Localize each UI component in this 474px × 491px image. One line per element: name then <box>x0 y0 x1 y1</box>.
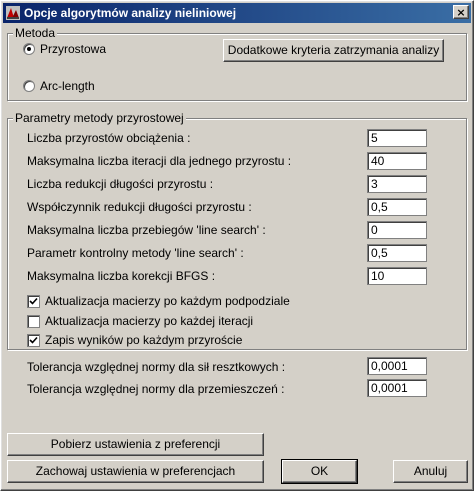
ok-button[interactable]: OK <box>281 459 358 484</box>
criteria-button-label: Dodatkowe kryteria zatrzymania analizy <box>227 43 440 57</box>
checkbox-update-iteration-label[interactable]: Aktualizacja macierzy po każdej iteracji <box>45 314 253 328</box>
param-label-reduction-factor: Współczynnik redukcji długości przyrostu… <box>27 200 252 214</box>
window-title: Opcje algorytmów analizy nieliniowej <box>24 6 237 20</box>
param-label-max-iterations: Maksymalna liczba iteracji dla jednego p… <box>27 154 292 168</box>
load-preferences-button[interactable]: Pobierz ustawienia z preferencji <box>7 433 264 456</box>
radio-arc-length[interactable] <box>23 80 35 92</box>
load-preferences-label: Pobierz ustawienia z preferencji <box>50 437 221 451</box>
criteria-button[interactable]: Dodatkowe kryteria zatrzymania analizy <box>223 39 444 62</box>
close-button[interactable]: × <box>453 5 469 19</box>
close-icon: × <box>456 6 466 19</box>
checkbox-update-subdivision[interactable] <box>27 295 40 308</box>
line-search-param-input[interactable]: 0,5 <box>367 244 427 262</box>
reduction-factor-input[interactable]: 0,5 <box>367 198 427 216</box>
param-label-line-search-runs: Maksymalna liczba przebiegów 'line searc… <box>27 223 266 237</box>
load-increments-input[interactable]: 5 <box>367 129 427 147</box>
app-icon <box>6 6 20 20</box>
dialog-window: Opcje algorytmów analizy nieliniowej × M… <box>0 0 474 491</box>
param-label-reductions: Liczba redukcji długości przyrostu : <box>27 177 214 191</box>
tolerance-displacement-label: Tolerancja względnej normy dla przemiesz… <box>27 382 285 396</box>
line-search-runs-input[interactable]: 0 <box>367 221 427 239</box>
checkbox-update-iteration[interactable] <box>27 315 40 328</box>
param-label-line-search-param: Parametr kontrolny metody 'line search' … <box>27 246 244 260</box>
tolerance-displacement-input[interactable]: 0,0001 <box>367 379 427 397</box>
cancel-button[interactable]: Anuluj <box>393 460 468 483</box>
tolerance-residual-input[interactable]: 0,0001 <box>367 357 427 375</box>
checkmark-icon <box>29 297 38 305</box>
ok-label: OK <box>310 464 329 478</box>
tolerance-residual-label: Tolerancja względnej normy dla sił reszt… <box>27 360 286 374</box>
max-iterations-input[interactable]: 40 <box>367 152 427 170</box>
radio-przyrostowa-label[interactable]: Przyrostowa <box>40 42 106 56</box>
bfgs-input[interactable]: 10 <box>367 267 427 285</box>
title-bar[interactable]: Opcje algorytmów analizy nieliniowej × <box>3 3 471 23</box>
reductions-input[interactable]: 3 <box>367 175 427 193</box>
metoda-legend: Metoda <box>13 26 58 40</box>
checkbox-save-results-label[interactable]: Zapis wyników po każdym przyroście <box>45 333 242 347</box>
save-preferences-label: Zachowaj ustawienia w preferencjach <box>35 464 236 478</box>
params-legend: Parametry metody przyrostowej <box>13 111 186 125</box>
checkmark-icon <box>29 336 38 344</box>
checkbox-update-subdivision-label[interactable]: Aktualizacja macierzy po każdym podpodzi… <box>45 294 290 308</box>
radio-arc-length-label[interactable]: Arc-length <box>40 79 95 93</box>
checkbox-save-results[interactable] <box>27 334 40 347</box>
save-preferences-button[interactable]: Zachowaj ustawienia w preferencjach <box>7 460 264 483</box>
param-label-load-increments: Liczba przyrostów obciążenia : <box>27 131 191 145</box>
param-label-bfgs: Maksymalna liczba korekcji BFGS : <box>27 269 216 283</box>
cancel-label: Anuluj <box>413 464 448 478</box>
radio-przyrostowa[interactable] <box>23 43 35 55</box>
